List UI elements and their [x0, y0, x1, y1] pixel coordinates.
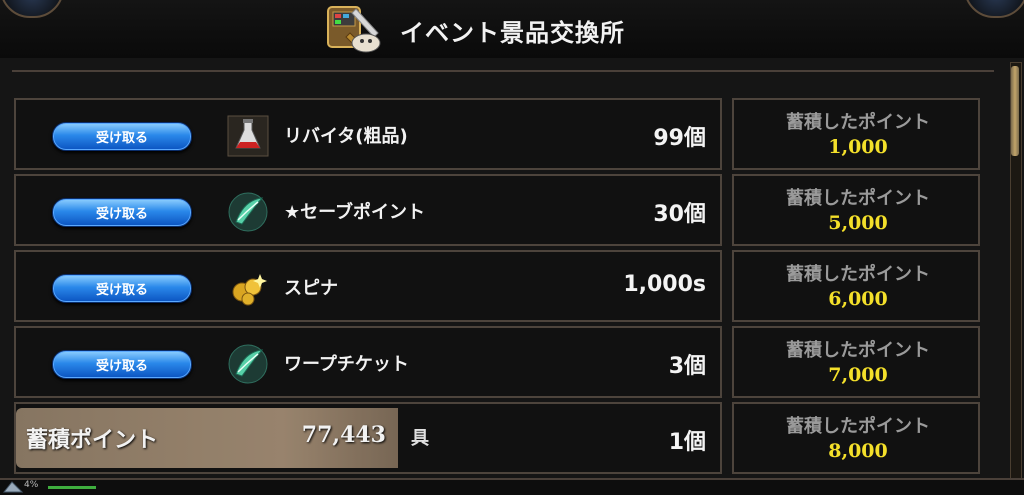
- bottom-status-bar: [0, 478, 1024, 495]
- mini-status-text: 4%: [24, 480, 39, 490]
- green-feather-crystal-icon: [228, 344, 268, 384]
- item-quantity: 99個: [653, 126, 706, 151]
- shop-sword-chest-icon: [327, 6, 381, 53]
- item-name: リバイタ(粗品): [284, 126, 408, 147]
- points-value: 7,000: [828, 364, 888, 386]
- total-points-label: 蓄積ポイント: [26, 428, 159, 453]
- item-name: スピナ: [284, 278, 338, 299]
- receive-button[interactable]: 受け取る: [52, 122, 192, 151]
- page-title: イベント景品交換所: [400, 19, 625, 47]
- item-quantity: 3個: [668, 354, 706, 379]
- points-box: 蓄積したポイント 7,000: [732, 326, 980, 398]
- reward-row-main: 受け取る ワープチケット 3個: [14, 326, 722, 398]
- gold-coins-icon: [232, 274, 267, 306]
- panel-top-frame: [12, 70, 994, 72]
- item-name-partial: 具: [411, 428, 429, 449]
- item-name: ワープチケット: [284, 354, 409, 375]
- item-quantity: 30個: [653, 202, 706, 227]
- points-value: 6,000: [828, 288, 888, 310]
- mini-gauge-bar: [48, 486, 96, 489]
- header-ornament-right: [964, 0, 1024, 18]
- scrollbar-thumb[interactable]: [1011, 66, 1019, 156]
- list-item: 受け取る ★セーブポイント 30個 蓄積したポイント 5,000: [14, 174, 1012, 248]
- reward-row-main: 受け取る スピナ 1,000s: [14, 250, 722, 322]
- points-label: 蓄積したポイント: [786, 416, 930, 437]
- points-value: 8,000: [828, 440, 888, 462]
- points-box: 蓄積したポイント 6,000: [732, 250, 980, 322]
- receive-button[interactable]: 受け取る: [52, 350, 192, 379]
- receive-button[interactable]: 受け取る: [52, 274, 192, 303]
- header-bar: イベント景品交換所: [0, 0, 1024, 60]
- points-label: 蓄積したポイント: [786, 340, 930, 361]
- points-box: 蓄積したポイント 8,000: [732, 402, 980, 474]
- points-box: 蓄積したポイント 1,000: [732, 98, 980, 170]
- header-ornament-left: [0, 0, 64, 18]
- points-value: 5,000: [828, 212, 888, 234]
- item-quantity: 1,000s: [623, 272, 706, 297]
- total-points-box: 蓄積ポイント 77,443: [16, 408, 398, 468]
- points-label: 蓄積したポイント: [786, 112, 930, 133]
- reward-row-main: 受け取る ★セーブポイント 30個: [14, 174, 722, 246]
- total-points-value: 77,443: [301, 422, 386, 448]
- item-quantity: 1個: [668, 430, 706, 455]
- receive-button[interactable]: 受け取る: [52, 198, 192, 227]
- list-item: 受け取る スピナ 1,000s 蓄積したポイント 6,000: [14, 250, 1012, 324]
- points-box: 蓄積したポイント 5,000: [732, 174, 980, 246]
- points-label: 蓄積したポイント: [786, 188, 930, 209]
- list-item: 受け取る リバイタ(粗品) 99個 蓄積したポイント 1,000: [14, 98, 1012, 172]
- points-label: 蓄積したポイント: [786, 264, 930, 285]
- points-value: 1,000: [828, 136, 888, 158]
- reward-row-main: 受け取る リバイタ(粗品) 99個: [14, 98, 722, 170]
- potion-flask-icon: [227, 115, 269, 157]
- green-feather-crystal-icon: [228, 192, 268, 232]
- item-name: ★セーブポイント: [284, 202, 426, 223]
- list-item: 受け取る ワープチケット 3個 蓄積したポイント 7,000: [14, 326, 1012, 400]
